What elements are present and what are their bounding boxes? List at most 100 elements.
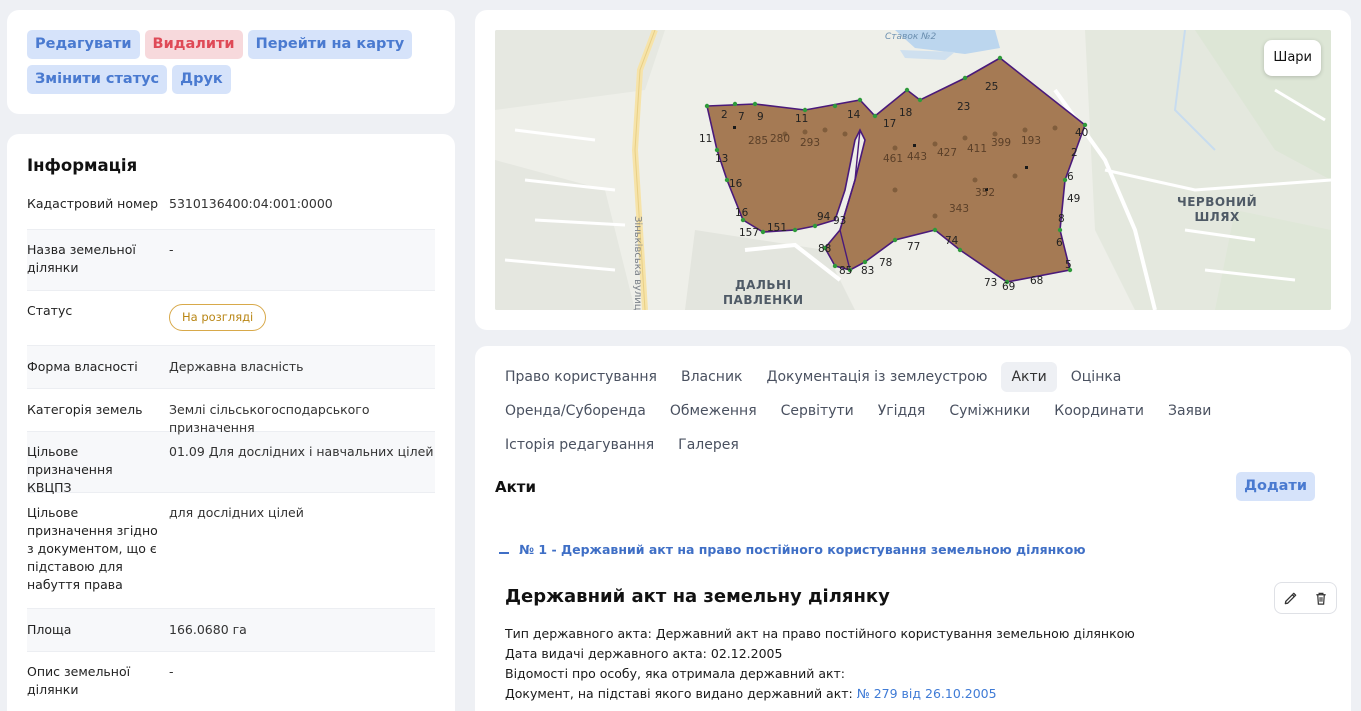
- actions-panel: Редагувати Видалити Перейти на карту Змі…: [7, 10, 455, 114]
- info-label: Статус: [27, 303, 73, 318]
- tab-restrictions[interactable]: Обмеження: [660, 396, 767, 426]
- act-accordion-title[interactable]: № 1 - Державний акт на право постійного …: [519, 542, 1085, 557]
- act-details: Тип державного акта: Державний акт на пр…: [505, 624, 1135, 704]
- vertex-label: 8: [1058, 213, 1065, 225]
- info-label: Цільове призначення згідно з документом,…: [27, 505, 158, 592]
- vertex-label: 16: [729, 178, 743, 190]
- vertex-label: 6: [1056, 237, 1063, 249]
- tab-valuation[interactable]: Оцінка: [1061, 362, 1132, 392]
- act-title: Державний акт на земельну ділянку: [505, 586, 890, 607]
- district-label: ДАЛЬНІ ПАВЛЕНКИ: [723, 278, 804, 307]
- tabs-bar: Право користування Власник Документація …: [495, 362, 1275, 464]
- district-label: ЧЕРВОНИЙ ШЛЯХ: [1177, 195, 1258, 224]
- vertex-label: 73: [984, 277, 997, 289]
- map-panel: 2 7 9 11 14 17 18 23 25 40 2 6 49 8 6 5 …: [475, 10, 1351, 330]
- vertex-label: 399: [991, 137, 1011, 149]
- vertex-label: 193: [1021, 135, 1041, 147]
- parcel-description: -: [169, 664, 174, 679]
- tab-land-documentation[interactable]: Документація із землеустрою: [757, 362, 998, 392]
- vertex-label: 69: [1002, 281, 1015, 293]
- vertex-label: 352: [975, 187, 995, 199]
- delete-act-button[interactable]: [1305, 582, 1337, 614]
- info-label: Назва земельної ділянки: [27, 242, 136, 275]
- document-link[interactable]: № 279 від 26.10.2005: [857, 686, 997, 701]
- info-label: Опис земельної ділянки: [27, 664, 131, 697]
- vertex-label: 17: [883, 118, 896, 130]
- edit-button[interactable]: Редагувати: [27, 30, 140, 59]
- map-view[interactable]: 2 7 9 11 14 17 18 23 25 40 2 6 49 8 6 5 …: [495, 30, 1331, 310]
- act-type-row: Тип державного акта: Державний акт на пр…: [505, 624, 1135, 644]
- issue-date-row: Дата видачі державного акта: 02.12.2005: [505, 644, 1135, 664]
- document-label: Документ, на підставі якого видано держа…: [505, 686, 853, 701]
- purpose-kvcpz: 01.09 Для дослідних і навчальних цілей: [169, 444, 434, 459]
- tab-coordinates[interactable]: Координати: [1044, 396, 1154, 426]
- vertex-label: 93: [833, 215, 846, 227]
- layers-button[interactable]: Шари: [1264, 40, 1321, 76]
- vertex-label: 74: [945, 235, 959, 247]
- vertex-label: 88: [818, 243, 831, 255]
- vertex-label: 280: [770, 133, 790, 145]
- vertex-label: 85: [839, 265, 852, 277]
- trash-icon: [1315, 592, 1326, 605]
- vertex-label: 94: [817, 211, 831, 223]
- vertex-label: 16: [735, 207, 749, 219]
- acts-title: Акти: [495, 478, 536, 496]
- cadastral-number: 5310136400:04:001:0000: [169, 196, 333, 211]
- tab-lands[interactable]: Угіддя: [868, 396, 936, 426]
- tab-edit-history[interactable]: Історія редагування: [495, 430, 664, 460]
- info-label: Форма власності: [27, 359, 138, 374]
- act-type-value: Державний акт на право постійного корист…: [655, 626, 1135, 641]
- vertex-label: 343: [949, 203, 969, 215]
- issue-date-value: 02.12.2005: [710, 646, 783, 661]
- info-row-status: Статус На розгляді: [27, 291, 435, 346]
- map-canvas[interactable]: 2 7 9 11 14 17 18 23 25 40 2 6 49 8 6 5 …: [495, 30, 1331, 310]
- vertex-label: 157: [739, 227, 759, 239]
- edit-act-button[interactable]: [1274, 582, 1306, 614]
- vertex-label: 6: [1067, 171, 1074, 183]
- tab-owner[interactable]: Власник: [671, 362, 753, 392]
- info-row-cadastral: Кадастровий номер 5310136400:04:001:0000: [27, 187, 435, 230]
- info-row-ownership: Форма власності Державна власність: [27, 346, 435, 389]
- add-act-button[interactable]: Додати: [1236, 472, 1315, 501]
- vertex-label: 23: [957, 101, 970, 113]
- info-row-name: Назва земельної ділянки -: [27, 230, 435, 291]
- land-category: Землі сільськогосподарського призначення: [169, 402, 370, 435]
- actions-row-1: Редагувати Видалити Перейти на карту: [27, 30, 435, 59]
- area-value: 166.0680 га: [169, 622, 247, 637]
- change-status-button[interactable]: Змінити статус: [27, 65, 168, 94]
- vertex-label: 5: [1065, 259, 1072, 271]
- pencil-icon: [1284, 592, 1296, 604]
- info-row-area: Площа 166.0680 га: [27, 609, 435, 652]
- vertex-label: 461: [883, 153, 903, 165]
- water-label: Ставок №2: [885, 32, 937, 42]
- tab-easements[interactable]: Сервітути: [771, 396, 864, 426]
- info-title: Інформація: [27, 156, 138, 175]
- status-cell: На розгляді: [169, 302, 435, 334]
- collapse-icon[interactable]: [499, 551, 509, 554]
- info-label: Кадастровий номер: [27, 196, 159, 211]
- info-row-description: Опис земельної ділянки -: [27, 652, 435, 711]
- info-table: Кадастровий номер 5310136400:04:001:0000…: [27, 187, 435, 711]
- details-panel: Право користування Власник Документація …: [475, 346, 1351, 711]
- vertex-label: 68: [1030, 275, 1043, 287]
- goto-map-button[interactable]: Перейти на карту: [247, 30, 413, 59]
- tab-lease[interactable]: Оренда/Суборенда: [495, 396, 656, 426]
- tab-neighbors[interactable]: Суміжники: [939, 396, 1040, 426]
- vertex-label: 77: [907, 241, 920, 253]
- tab-acts[interactable]: Акти: [1001, 362, 1057, 392]
- vertex-label: 427: [937, 147, 957, 159]
- vertex-label: 18: [899, 107, 912, 119]
- vertex-label: 2: [721, 109, 728, 121]
- vertex-label: 11: [699, 133, 712, 145]
- tab-applications[interactable]: Заяви: [1158, 396, 1221, 426]
- tab-gallery[interactable]: Галерея: [668, 430, 749, 460]
- delete-button[interactable]: Видалити: [144, 30, 243, 59]
- act-accordion-header[interactable]: № 1 - Державний акт на право постійного …: [499, 542, 1085, 557]
- vertex-label: 2: [1071, 147, 1078, 159]
- print-button[interactable]: Друк: [172, 65, 231, 94]
- vertex-label: 293: [800, 137, 820, 149]
- tab-usage-right[interactable]: Право користування: [495, 362, 667, 392]
- vertex-label: 13: [715, 153, 728, 165]
- info-label: Категорія земель: [27, 402, 143, 417]
- vertex-label: 49: [1067, 193, 1080, 205]
